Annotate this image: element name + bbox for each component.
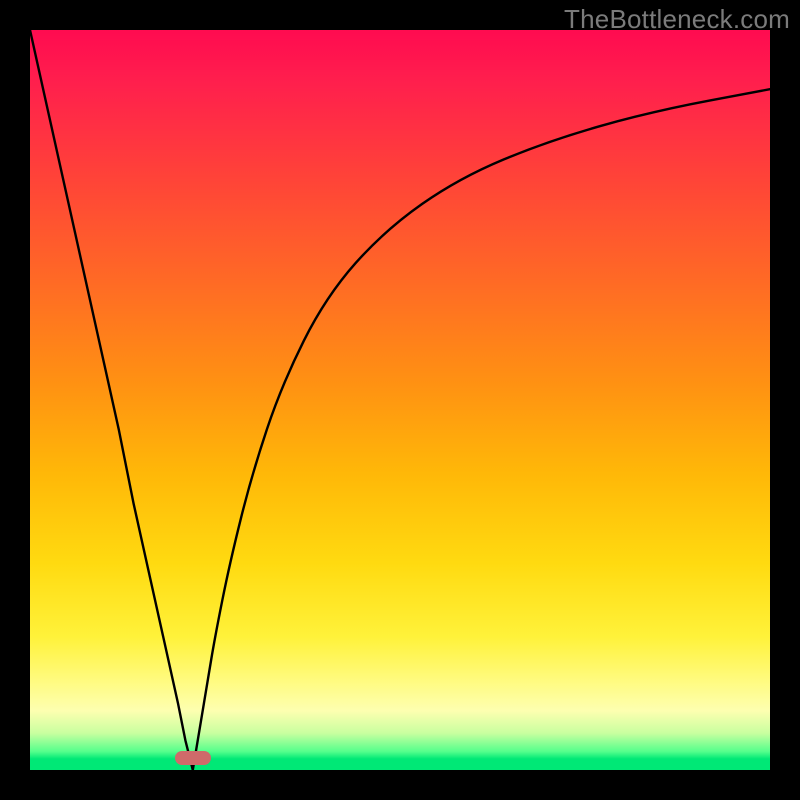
chart-frame: TheBottleneck.com [0, 0, 800, 800]
plot-area [30, 30, 770, 770]
optimal-marker [175, 751, 211, 765]
bottleneck-curve [30, 30, 770, 770]
curve-path [30, 30, 770, 770]
watermark-text: TheBottleneck.com [564, 4, 790, 35]
